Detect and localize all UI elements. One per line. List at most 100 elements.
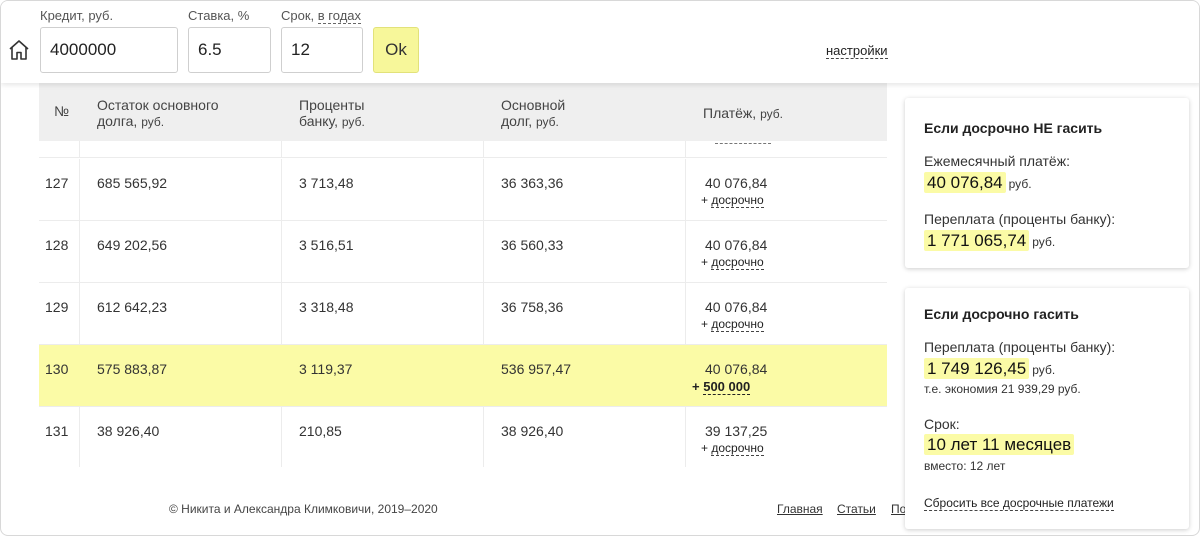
early-link-text[interactable]: досрочно [711, 317, 764, 332]
cell-num: 131 [45, 423, 69, 439]
col-header-interest-line1: Проценты [299, 97, 365, 113]
cell-num: 129 [45, 299, 69, 315]
term-input[interactable] [281, 27, 363, 73]
rate-label: Ставка, % [188, 8, 250, 23]
cell-principal: 36 363,36 [501, 175, 564, 191]
term-note: вместо: 12 лет [924, 459, 1006, 473]
cell-principal: 36 560,33 [501, 237, 564, 253]
cell-payment: 40 076,84 [705, 299, 768, 315]
col-header-interest: Проценты банку, руб. [299, 97, 365, 130]
early-link-text[interactable]: досрочно [711, 255, 764, 270]
early-prefix: + [701, 193, 709, 207]
overpay-value: 1 771 065,74 руб. [924, 230, 1056, 251]
early-payment-link[interactable]: + досрочно [701, 441, 764, 456]
reset-early-payments-link[interactable]: Сбросить все досрочные платежи [924, 496, 1114, 511]
table-row: 128 649 202,56 3 516,51 36 560,33 40 076… [39, 221, 887, 283]
col-header-num: № [54, 103, 70, 119]
payment-schedule-table: № Остаток основного долга, руб. Проценты… [39, 83, 887, 467]
rate-input[interactable] [188, 27, 271, 73]
card-title: Если досрочно НЕ гасить [924, 120, 1103, 136]
overpay-amount: 1 771 065,74 [924, 230, 1030, 251]
cell-balance: 612 642,23 [97, 299, 168, 315]
cell-num: 128 [45, 237, 69, 253]
card-title: Если досрочно гасить [924, 306, 1079, 322]
cell-interest: 3 318,48 [299, 299, 354, 315]
monthly-payment-label: Ежемесячный платёж: [924, 153, 1070, 169]
app-frame: Кредит, руб. Ставка, % Срок, в годах Ok … [0, 0, 1200, 536]
overpay-unit: руб. [1032, 235, 1056, 249]
table-row-partial [39, 141, 887, 158]
overpay-amount: 1 749 126,45 [924, 358, 1030, 379]
credit-input[interactable] [40, 27, 178, 73]
cell-interest: 3 119,37 [299, 361, 353, 377]
cell-balance: 575 883,87 [97, 361, 168, 377]
term-value: 10 лет 11 месяцев [924, 434, 1075, 455]
col-header-payment-label: Платёж, [703, 105, 757, 121]
ok-button[interactable]: Ok [373, 27, 419, 73]
cell-principal: 536 957,47 [501, 361, 572, 377]
col-header-payment-unit: руб. [760, 107, 783, 121]
savings-note: т.е. экономия 21 939,29 руб. [924, 382, 1081, 396]
cell-principal: 36 758,36 [501, 299, 564, 315]
credit-label: Кредит, руб. [40, 8, 114, 23]
overpay-unit: руб. [1032, 363, 1056, 377]
footer-link-articles[interactable]: Статьи [837, 502, 876, 516]
term-label: Срок, [281, 8, 315, 23]
col-header-principal: Основной долг, руб. [501, 97, 565, 130]
overpay-label: Переплата (проценты банку): [924, 211, 1116, 227]
calculator-header: Кредит, руб. Ставка, % Срок, в годах Ok … [1, 1, 1199, 83]
col-header-principal-line2: долг, [501, 113, 533, 129]
table-row: 127 685 565,92 3 713,48 36 363,36 40 076… [39, 159, 887, 221]
cell-balance: 649 202,56 [97, 237, 168, 253]
cell-interest: 3 713,48 [299, 175, 354, 191]
early-link-text[interactable]: досрочно [711, 441, 764, 456]
early-amount-text[interactable]: 500 000 [703, 379, 751, 395]
home-icon[interactable] [7, 38, 31, 62]
overpay-label: Переплата (проценты банку): [924, 339, 1116, 355]
copyright-text: © Никита и Александра Климковичи, 2019–2… [169, 502, 438, 516]
cell-principal: 38 926,40 [501, 423, 564, 439]
early-prefix: + [701, 317, 709, 331]
col-header-balance-line2: долга, [97, 113, 138, 129]
overpay-value: 1 749 126,45 руб. [924, 358, 1056, 379]
col-header-interest-unit: руб. [341, 115, 365, 129]
col-header-principal-unit: руб. [536, 115, 559, 129]
col-header-balance-line1: Остаток основного [97, 97, 219, 113]
table-row: 131 38 926,40 210,85 38 926,40 39 137,25… [39, 407, 887, 467]
early-payment-amount-link[interactable]: + 500 000 [692, 379, 751, 395]
cell-payment: 39 137,25 [705, 423, 768, 439]
cell-interest: 210,85 [299, 423, 342, 439]
early-payment-link[interactable]: + досрочно [701, 193, 764, 208]
term-amount: 10 лет 11 месяцев [924, 434, 1075, 455]
early-payment-link[interactable]: + досрочно [701, 317, 764, 332]
col-header-balance-unit: руб. [141, 115, 165, 129]
col-header-principal-line1: Основной [501, 97, 566, 113]
cell-interest: 3 516,51 [299, 237, 354, 253]
col-header-interest-line2: банку, [299, 113, 338, 129]
footer-link-main[interactable]: Главная [777, 502, 823, 516]
cell-payment: 40 076,84 [705, 175, 768, 191]
cell-balance: 685 565,92 [97, 175, 168, 191]
term-unit-link[interactable]: в годах [317, 8, 362, 24]
col-header-balance: Остаток основного долга, руб. [97, 97, 219, 130]
early-prefix: + [701, 441, 709, 455]
monthly-payment-unit: руб. [1008, 177, 1032, 191]
summary-card-no-early: Если досрочно НЕ гасить Ежемесячный плат… [905, 98, 1189, 268]
table-row-highlighted: 130 575 883,87 3 119,37 536 957,47 40 07… [39, 345, 887, 407]
settings-link[interactable]: настройки [826, 43, 888, 59]
early-link-partial[interactable] [715, 141, 771, 144]
cell-balance: 38 926,40 [97, 423, 160, 439]
early-link-text[interactable]: досрочно [711, 193, 764, 208]
cell-num: 127 [45, 175, 69, 191]
summary-card-early: Если досрочно гасить Переплата (проценты… [905, 288, 1189, 529]
monthly-payment-amount: 40 076,84 [924, 172, 1006, 193]
cell-payment: 40 076,84 [705, 361, 768, 377]
table-row: 129 612 642,23 3 318,48 36 758,36 40 076… [39, 283, 887, 345]
col-header-payment: Платёж, руб. [703, 105, 783, 122]
early-payment-link[interactable]: + досрочно [701, 255, 764, 270]
cell-num: 130 [45, 361, 69, 377]
table-header: № Остаток основного долга, руб. Проценты… [39, 83, 887, 141]
term-label: Срок: [924, 416, 960, 432]
early-prefix: + [701, 255, 709, 269]
monthly-payment-value: 40 076,84 руб. [924, 172, 1032, 193]
